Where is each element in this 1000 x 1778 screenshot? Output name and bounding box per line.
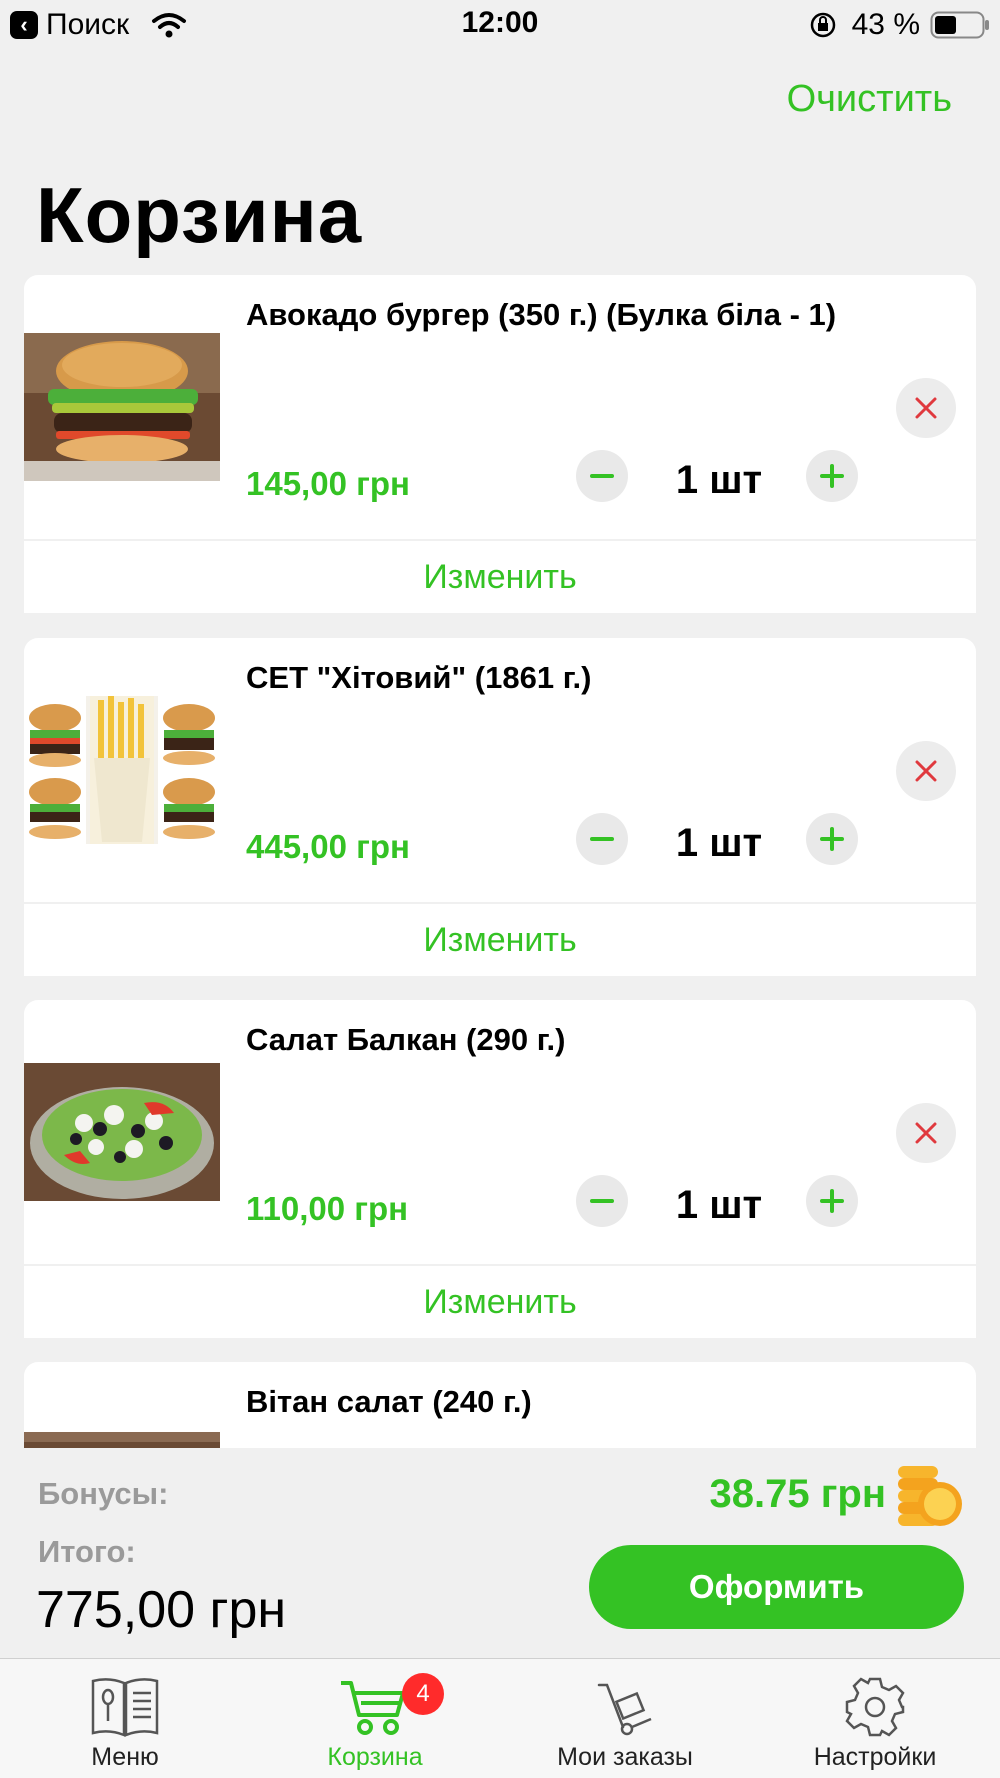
tab-menu[interactable]: Меню: [0, 1659, 250, 1778]
cart-item-name: СЕТ "Хітовий" (1861 г.): [246, 660, 592, 695]
wifi-icon: [152, 13, 187, 38]
checkout-button[interactable]: Оформить: [589, 1545, 964, 1629]
minus-icon: [590, 837, 614, 841]
increase-quantity-button[interactable]: [806, 450, 858, 502]
close-icon: [915, 760, 937, 782]
back-label: Поиск: [46, 8, 130, 41]
cart-item-body: Авокадо бургер (350 г.) (Булка біла - 1)…: [24, 275, 976, 539]
tab-bar: Меню 4 Корзина Мои заказы Настройки: [0, 1658, 1000, 1778]
back-arrow-icon: ‹: [10, 11, 38, 39]
cart-list[interactable]: Авокадо бургер (350 г.) (Булка біла - 1)…: [24, 275, 976, 1448]
tab-label: Мои заказы: [557, 1743, 693, 1771]
bonus-value: 38.75 грн: [709, 1472, 886, 1516]
cart-item-price: 110,00 грн: [246, 1190, 409, 1227]
back-to-search[interactable]: ‹ Поиск: [10, 8, 187, 42]
page-title: Корзина: [36, 171, 363, 259]
menu-book-icon: [91, 1678, 159, 1737]
increase-quantity-button[interactable]: [806, 813, 858, 865]
tab-settings[interactable]: Настройки: [750, 1659, 1000, 1778]
quantity-value: 1 шт: [675, 821, 763, 865]
decrease-quantity-button[interactable]: [576, 813, 628, 865]
remove-item-button[interactable]: [896, 741, 956, 801]
increase-quantity-button[interactable]: [806, 1175, 858, 1227]
burger-set-photo: [24, 696, 220, 844]
remove-item-button[interactable]: [896, 378, 956, 438]
minus-icon: [590, 474, 614, 478]
total-value: 775,00 грн: [36, 1581, 287, 1639]
edit-item-button[interactable]: Изменить: [24, 904, 976, 976]
plus-icon: [820, 827, 844, 851]
battery-percent: 43 %: [851, 8, 920, 41]
cart-item-body: СЕТ "Хітовий" (1861 г.) 445,00 грн 1 шт: [24, 638, 976, 902]
edit-item-button[interactable]: Изменить: [24, 1266, 976, 1338]
close-icon: [915, 1122, 937, 1144]
plus-icon: [820, 1189, 844, 1213]
tab-my-orders[interactable]: Мои заказы: [500, 1659, 750, 1778]
cart-item-name: Салат Балкан (290 г.): [246, 1022, 566, 1057]
cart-item-price: 445,00 грн: [246, 828, 410, 865]
plus-icon: [820, 464, 844, 488]
tab-label: Меню: [91, 1743, 159, 1771]
cart-icon: [341, 1681, 405, 1735]
salad-photo: [24, 1432, 220, 1448]
cart-item-body: Салат Балкан (290 г.) 110,00 грн 1 шт: [24, 1000, 976, 1264]
cart-item-name: Авокадо бургер (350 г.) (Булка біла - 1): [246, 297, 837, 332]
total-label: Итого:: [38, 1534, 136, 1569]
order-summary: Бонусы: 38.75 грн Итого: 775,00 грн Офор…: [0, 1448, 1000, 1658]
bonus-label: Бонусы:: [38, 1476, 169, 1511]
quantity-value: 1 шт: [675, 1183, 763, 1227]
coins-icon: [898, 1466, 962, 1526]
clear-cart-button[interactable]: Очистить: [787, 78, 952, 121]
cart-item-name: Вітан салат (240 г.): [246, 1384, 532, 1419]
gear-icon: [845, 1677, 905, 1737]
rotation-lock-icon: [810, 12, 835, 38]
cart-count-badge: 4: [402, 1673, 444, 1715]
tab-label: Корзина: [327, 1743, 423, 1771]
hand-truck-icon: [597, 1683, 652, 1736]
edit-item-button[interactable]: Изменить: [24, 541, 976, 613]
decrease-quantity-button[interactable]: [576, 1175, 628, 1227]
tab-label: Настройки: [813, 1743, 937, 1771]
decrease-quantity-button[interactable]: [576, 450, 628, 502]
burger-photo: [24, 333, 220, 481]
cart-item-price: 145,00 грн: [246, 465, 410, 502]
salad-photo: [24, 1063, 220, 1201]
minus-icon: [590, 1199, 614, 1203]
remove-item-button[interactable]: [896, 1103, 956, 1163]
battery-icon: [930, 11, 989, 39]
close-icon: [915, 397, 937, 419]
quantity-value: 1 шт: [675, 458, 763, 502]
status-bar: ‹ Поиск 12:00 43 %: [0, 0, 1000, 50]
cart-item-body: Вітан салат (240 г.): [24, 1362, 976, 1448]
tab-cart[interactable]: 4 Корзина: [250, 1659, 500, 1778]
